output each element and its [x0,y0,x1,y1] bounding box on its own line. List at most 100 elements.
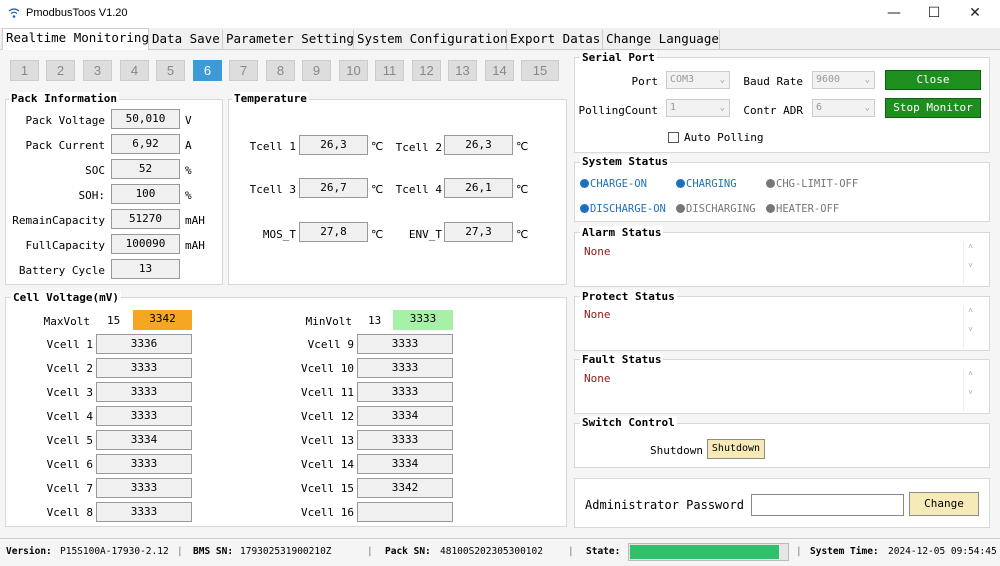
system-time-label: System Time: [810,546,879,557]
tcell-2-value: 26,3 [444,135,513,155]
page-button-13[interactable]: 13 [448,60,477,81]
page-button-7[interactable]: 7 [229,60,258,81]
tcell-3-value: 26,7 [299,178,368,198]
page-button-4[interactable]: 4 [120,60,149,81]
vcell-value: 3333 [357,334,453,354]
tcell-1-label: Tcell 1 [249,140,296,153]
page-button-3[interactable]: 3 [83,60,112,81]
page-button-14[interactable]: 14 [485,60,514,81]
tcell-4-label: Tcell 4 [395,183,442,196]
chevron-down-icon: ⌄ [719,103,725,113]
baud-rate-select[interactable]: 9600 ⌄ [812,71,875,89]
page-button-12[interactable]: 12 [412,60,441,81]
page-button-8[interactable]: 8 [266,60,295,81]
page-button-11[interactable]: 11 [375,60,404,81]
pack-information-title: Pack Information [9,92,119,105]
status-label: DISCHARGING [686,203,756,215]
full-capacity-unit: mAH [185,239,205,252]
max-volt-index: 15 [107,314,121,327]
protect-status-text: None [584,308,611,321]
vcell-value: 3336 [96,334,192,354]
page-button-15[interactable]: 15 [521,60,559,81]
temperature-title: Temperature [232,92,309,105]
protect-scrollbar[interactable]: ˄ ˅ [963,306,977,348]
chevron-down-icon: ⌄ [864,103,870,113]
page-button-1[interactable]: 1 [10,60,39,81]
vcell-label: Vcell 15 [301,482,354,495]
chevron-down-icon: ⌄ [864,75,870,85]
status-dot-icon [676,179,685,188]
alarm-status-text: None [584,245,611,258]
system-status-title: System Status [580,155,671,168]
page-button-10[interactable]: 10 [339,60,368,81]
page-button-5[interactable]: 5 [156,60,185,81]
contr-adr-value: 6 [816,102,823,113]
celsius-icon: ℃ [516,183,529,196]
tab-parameter-setting[interactable]: Parameter Setting [223,30,354,50]
tab-data-save[interactable]: Data Save [149,30,223,50]
auto-polling-checkbox[interactable] [668,132,679,143]
page-button-9[interactable]: 9 [302,60,331,81]
bms-sn-label: BMS SN: [193,546,234,557]
status-label: DISCHARGE-ON [590,203,666,215]
alarm-scrollbar[interactable]: ˄ ˅ [963,242,977,284]
pack-voltage-label: Pack Voltage [25,114,105,127]
close-port-button[interactable]: Close [885,70,981,90]
mos-t-value: 27,8 [299,222,368,242]
status-chg-limit-off: CHG-LIMIT-OFF [766,178,858,190]
tab-change-language[interactable]: Change Language [603,30,720,50]
remain-capacity-unit: mAH [185,214,205,227]
polling-count-select[interactable]: 1 ⌄ [666,99,730,117]
vcell-label: Vcell 3 [46,386,93,399]
switch-control-title: Switch Control [580,416,677,429]
shutdown-button[interactable]: Shutdown [707,439,765,459]
status-charge-on: CHARGE-ON [580,178,647,190]
vcell-label: Vcell 2 [46,362,93,375]
port-value: COM3 [670,74,695,85]
fault-scrollbar[interactable]: ˄ ˅ [963,369,977,411]
page-button-6[interactable]: 6 [193,60,222,81]
page-button-2[interactable]: 2 [46,60,75,81]
baud-rate-value: 9600 [816,74,841,85]
mos-t-label: MOS_T [262,228,296,241]
version-value: P15S100A-17930-2.12 [60,546,169,557]
change-password-button[interactable]: Change [909,492,979,516]
vcell-value: 3333 [96,502,192,522]
vcell-value: 3333 [96,358,192,378]
env-t-value: 27,3 [444,222,513,242]
pack-voltage-value: 50,010 [111,109,180,129]
protect-status-title: Protect Status [580,290,677,303]
state-progress-fill [630,545,779,559]
soh-unit: % [185,189,192,202]
auto-polling-label: Auto Polling [684,131,764,144]
fault-status-title: Fault Status [580,353,664,366]
stop-monitor-button[interactable]: Stop Monitor [885,98,981,118]
vcell-value: 3333 [357,382,453,402]
max-volt-label: MaxVolt [43,315,90,328]
tab-realtime-monitoring[interactable]: Realtime Monitoring [2,28,149,51]
battery-cycle-value: 13 [111,259,180,279]
maximize-button[interactable]: ☐ [914,2,954,24]
cell-voltage-title: Cell Voltage(mV) [11,291,121,304]
title-bar: PmodbusToos V1.20 — ☐ ✕ [0,0,1000,28]
tab-system-configuration[interactable]: System Configuration [354,30,508,50]
serial-port-title: Serial Port [580,51,657,64]
close-window-button[interactable]: ✕ [955,2,995,24]
contr-adr-select[interactable]: 6 ⌄ [812,99,875,117]
tab-export-datas[interactable]: Export Datas [507,30,603,50]
tcell-3-label: Tcell 3 [249,183,296,196]
vcell-label: Vcell 10 [301,362,354,375]
admin-password-input[interactable] [751,494,904,516]
protect-status-group [574,296,990,351]
min-volt-index: 13 [368,314,382,327]
pack-sn-label: Pack SN: [385,546,431,557]
vcell-value: 3334 [357,406,453,426]
state-progress-bar [628,543,789,561]
vcell-label: Vcell 5 [46,434,93,447]
status-charging: CHARGING [676,178,737,190]
port-select[interactable]: COM3 ⌄ [666,71,730,89]
status-dot-icon [766,179,775,188]
tab-bar: Realtime Monitoring Data Save Parameter … [0,28,1000,51]
vcell-value: 3342 [357,478,453,498]
minimize-button[interactable]: — [874,2,914,24]
